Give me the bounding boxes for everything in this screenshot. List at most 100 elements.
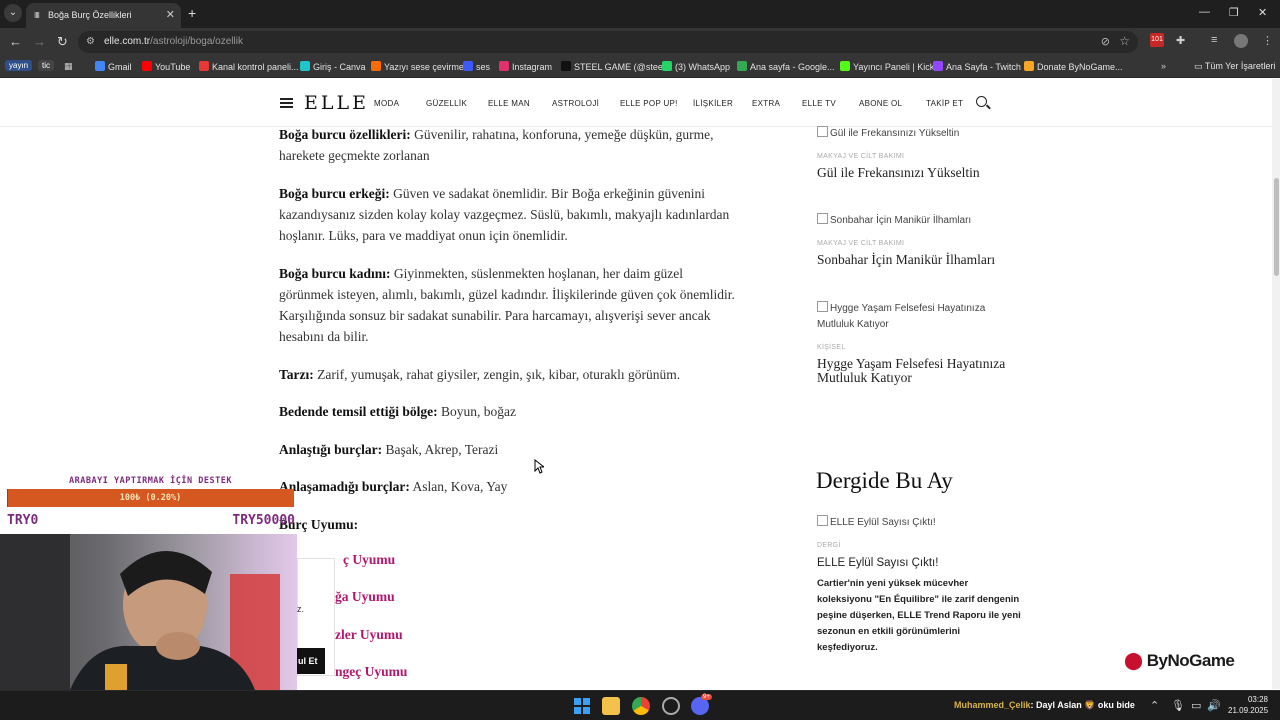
bookmark-instagram[interactable]: Instagram (499, 61, 552, 72)
nav-elle-man[interactable]: ELLE MAN (488, 99, 530, 108)
extensions-puzzle-icon[interactable]: ✚ (1176, 34, 1185, 47)
window-close-icon[interactable]: ✕ (1258, 6, 1267, 19)
media-control-icon[interactable]: ≡ (1211, 34, 1217, 46)
nav-elle-tv[interactable]: ELLE TV (802, 99, 836, 108)
section-title-dergide: Dergide Bu Ay (816, 468, 953, 493)
donation-title: ARABAYI YAPTIRMAK İÇİN DESTEK (69, 476, 232, 486)
file-explorer-icon[interactable] (602, 697, 620, 715)
nav-abone-ol[interactable]: ABONE OL (859, 99, 902, 108)
bookmark-youtube[interactable]: YouTube (142, 61, 190, 72)
kanal-icon (199, 61, 209, 71)
tab-favicon-icon: IIII (34, 11, 40, 20)
back-icon[interactable]: ← (9, 34, 22, 49)
all-bookmarks-folder[interactable]: ▭ Tüm Yer İşaretleri (1194, 61, 1275, 72)
chat-ticker: Muhammed_Çelik: Dayl Aslan 🦁 oku bide (954, 700, 1135, 710)
bookmark-star-icon[interactable]: ☆ (1119, 34, 1130, 48)
discord-badge: 9+ (701, 694, 712, 700)
compat-link-4[interactable]: ngeç Uyumu (335, 664, 407, 680)
paragraph-anlasamadigi: Anlaşamadığı burçlar: Aslan, Kova, Yay (279, 479, 508, 494)
address-bar[interactable]: ⚙ elle.com.tr/astroloji/boga/ozellik ⊘ ☆ (78, 31, 1138, 53)
bookmark-kick[interactable]: Yayıncı Paneli | Kick (840, 61, 934, 72)
tab-title: Boğa Burç Özellikleri (48, 10, 132, 20)
bookmark-kanal-kontrol[interactable]: Kanal kontrol paneli... (199, 61, 299, 72)
bynogame-mark-icon: ⬤ (1124, 651, 1147, 670)
tab-close-icon[interactable]: ✕ (166, 8, 175, 21)
nav-elle-pop-up[interactable]: ELLE POP UP! (620, 99, 678, 108)
nav-moda[interactable]: MODA (374, 99, 399, 108)
tab-search-button[interactable]: ⌄ (4, 4, 22, 22)
tracking-protection-icon[interactable]: ⊘ (1101, 35, 1110, 48)
extension-icon[interactable]: 101 (1150, 33, 1164, 47)
compat-link-3[interactable]: zler Uyumu (335, 627, 403, 643)
magazine-image[interactable]: ELLE Eylül Sayısı Çıktı! (817, 515, 936, 528)
magazine-title[interactable]: ELLE Eylül Sayısı Çıktı! (817, 556, 1017, 570)
sidebar-title-3[interactable]: Hygge Yaşam Felsefesi Hayatınıza Mutlulu… (817, 357, 1017, 385)
search-icon[interactable] (976, 96, 987, 107)
tab-strip: ⌄ IIII Boğa Burç Özellikleri ✕ + — ❐ ✕ (0, 0, 1280, 28)
bookmark-whatsapp[interactable]: (3) WhatsApp (662, 61, 730, 72)
youtube-icon (142, 61, 152, 71)
chrome-icon[interactable] (632, 697, 650, 715)
nav-extra[interactable]: EXTRA (752, 99, 780, 108)
minimize-icon[interactable]: — (1199, 6, 1210, 18)
forward-icon[interactable]: → (33, 34, 46, 49)
sidebar-category-2[interactable]: MAKYAJ VE CİLT BAKIMI (817, 240, 904, 247)
sidebar-category-3[interactable]: KİŞİSEL (817, 344, 846, 351)
compat-link-2[interactable]: ğa Uyumu (335, 589, 395, 605)
sidebar-image-2[interactable]: Sonbahar İçin Manikür İlhamları (817, 213, 971, 226)
scrollbar-track[interactable] (1272, 79, 1280, 689)
toolbar: ← → ↻ ⚙ elle.com.tr/astroloji/boga/ozell… (0, 28, 1280, 56)
sidebar-title-1[interactable]: Gül ile Frekansınızı Yükseltin (817, 166, 1017, 180)
compat-link-1[interactable]: ç Uyumu (343, 552, 395, 568)
bookmark-tiktok[interactable]: STEEL GAME (@stee... (561, 61, 670, 72)
bookmark-ses[interactable]: ses (463, 61, 490, 72)
profile-avatar[interactable] (1234, 34, 1248, 48)
restore-icon[interactable]: ❐ (1229, 6, 1239, 19)
bookmark-bynogame[interactable]: Donate ByNoGame... (1024, 61, 1123, 72)
paragraph-burc-uyumu: Burç Uyumu: (279, 517, 359, 532)
nav-astroloji[interactable]: ASTROLOJİ (552, 99, 599, 108)
bynogame-icon (1024, 61, 1034, 71)
bookmark-gmail[interactable]: Gmail (95, 61, 132, 72)
sidebar-image-3[interactable]: Hygge Yaşam Felsefesi Hayatınıza Mutlulu… (817, 301, 1022, 333)
sidebar-title-2[interactable]: Sonbahar İçin Manikür İlhamları (817, 253, 1017, 267)
paragraph-anlastigi: Anlaştığı burçlar: Başak, Akrep, Terazi (279, 442, 499, 457)
paragraph-bolge: Bedende temsil ettiği bölge: Boyun, boğa… (279, 404, 516, 419)
sidebar-category-1[interactable]: MAKYAJ VE CİLT BAKIMI (817, 153, 904, 160)
donation-goal-widget: ARABAYI YAPTIRMAK İÇİN DESTEK 100₺ (0.20… (7, 474, 295, 534)
bookmark-twitch[interactable]: Ana Sayfa - Twitch (933, 61, 1021, 72)
webcam-person-illustration (0, 534, 280, 690)
bookmark-google-drive[interactable]: Ana sayfa - Google... (737, 61, 835, 72)
bookmark-tic[interactable]: tic (38, 60, 54, 71)
elle-logo[interactable]: ELLE (304, 92, 369, 114)
hamburger-menu-icon[interactable] (280, 98, 293, 108)
obs-icon[interactable] (662, 697, 680, 715)
magazine-category[interactable]: DERGİ (817, 542, 841, 549)
volume-icon[interactable]: 🔊 (1207, 699, 1221, 712)
kick-icon (840, 61, 850, 71)
clock[interactable]: 03:28 21.09.2025 (1228, 694, 1268, 716)
microphone-icon[interactable]: 🎙 (1171, 699, 1185, 712)
donation-max: TRY50000 (232, 513, 295, 528)
sidebar-image-1[interactable]: Gül ile Frekansınızı Yükseltin (817, 126, 959, 139)
nav-iliskiler[interactable]: İLİŞKİLER (693, 99, 733, 108)
scrollbar-thumb[interactable] (1274, 178, 1279, 276)
nav-guzellik[interactable]: GÜZELLİK (426, 99, 467, 108)
site-info-icon[interactable]: ⚙ (86, 36, 95, 47)
new-tab-button[interactable]: + (188, 5, 196, 21)
nav-takip-et[interactable]: TAKİP ET (926, 99, 963, 108)
bookmarks-overflow-icon[interactable]: » (1161, 61, 1166, 71)
tab-active[interactable]: IIII Boğa Burç Özellikleri ✕ (26, 3, 181, 28)
network-icon[interactable]: ▭ (1191, 699, 1201, 712)
reload-icon[interactable]: ↻ (57, 34, 68, 50)
bookmark-canva[interactable]: Giriş - Canva (300, 61, 366, 72)
donation-min: TRY0 (7, 513, 39, 528)
bookmark-text-to-speech[interactable]: Yazıyı sese çevirme (371, 61, 464, 72)
windows-start-icon[interactable] (573, 697, 591, 715)
whatsapp-icon (662, 61, 672, 71)
apps-grid-icon[interactable]: ▦ (64, 61, 73, 72)
menu-kebab-icon[interactable]: ⋮ (1262, 34, 1273, 47)
cookie-accept-button[interactable]: ul Et (297, 648, 325, 674)
bookmark-yayin[interactable]: yayın (5, 60, 33, 71)
tray-chevron-icon[interactable]: ⌃ (1150, 699, 1159, 712)
